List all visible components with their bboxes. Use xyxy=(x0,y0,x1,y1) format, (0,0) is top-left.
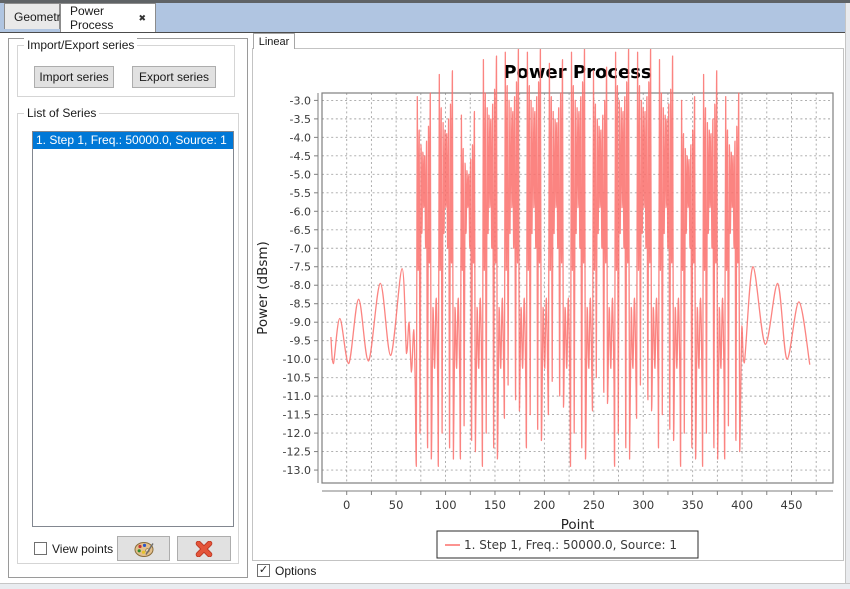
delete-series-button[interactable] xyxy=(177,536,231,561)
series-list-item[interactable]: 1. Step 1, Freq.: 50000.0, Source: 1 xyxy=(33,132,233,149)
export-series-label: Export series xyxy=(139,70,209,84)
y-tick-label: -5.5 xyxy=(290,187,311,200)
x-tick-label: 100 xyxy=(435,498,457,512)
tab-linear[interactable]: Linear xyxy=(253,33,295,49)
tab-geometry[interactable]: Geometry xyxy=(4,3,60,29)
tab-close-icon[interactable]: ✖ xyxy=(138,14,146,23)
y-tick-label: -11.0 xyxy=(283,390,311,403)
palette-icon xyxy=(133,540,155,558)
tab-geometry-label: Geometry xyxy=(14,10,67,24)
x-tick-label: 450 xyxy=(781,498,803,512)
power-process-chart: -3.0 -3.5 -4.0 -4.5 -5.0 -5.5 -6.0 -6.5 -7.0 -7.5… xyxy=(253,49,843,560)
y-tick-label: -9.0 xyxy=(290,316,311,329)
y-tick-label: -6.0 xyxy=(290,205,311,218)
import-series-label: Import series xyxy=(39,70,108,84)
options-label: Options xyxy=(275,564,316,578)
x-tick-label: 300 xyxy=(632,498,654,512)
import-export-group-title: Import/Export series xyxy=(24,38,137,52)
chart-title: Power Process xyxy=(503,62,651,83)
x-tick-label: 50 xyxy=(389,498,404,512)
x-tick-label: 150 xyxy=(484,498,506,512)
y-tick-label: -7.5 xyxy=(290,261,311,274)
y-tick-label: -13.0 xyxy=(283,464,311,477)
tab-linear-label: Linear xyxy=(259,36,290,48)
y-tick-label: -11.5 xyxy=(283,409,311,422)
import-series-button[interactable]: Import series xyxy=(34,66,114,88)
y-tick-label: -10.0 xyxy=(283,353,311,366)
check-mark-icon: ✓ xyxy=(259,565,268,576)
x-tick-label: 350 xyxy=(682,498,704,512)
y-tick-label: -6.5 xyxy=(290,224,311,237)
x-tick-label: 400 xyxy=(731,498,753,512)
series-line xyxy=(331,49,810,466)
chart-page: -3.0 -3.5 -4.0 -4.5 -5.0 -5.5 -6.0 -6.5 -7.0 -7.5… xyxy=(252,48,844,561)
view-points-checkbox[interactable] xyxy=(34,542,47,555)
y-tick-label: -7.0 xyxy=(290,242,311,255)
tab-power-process-label: Power Process xyxy=(70,4,130,32)
window-bottom-edge xyxy=(0,583,850,589)
tab-power-process[interactable]: Power Process ✖ xyxy=(60,3,156,32)
series-color-button[interactable] xyxy=(117,536,170,561)
y-tick-label: -4.5 xyxy=(290,150,311,163)
view-points-label: View points xyxy=(52,542,113,556)
series-side-panel: Import/Export series Import series Expor… xyxy=(8,38,248,578)
red-x-icon xyxy=(195,541,213,557)
y-tick-label: -3.5 xyxy=(290,113,311,126)
window-right-edge xyxy=(845,3,850,589)
y-tick-label: -9.5 xyxy=(290,335,311,348)
options-checkbox[interactable]: ✓ xyxy=(257,564,270,577)
y-tick-label: -10.5 xyxy=(283,372,311,385)
tabstrip-underline xyxy=(0,32,850,33)
export-series-button[interactable]: Export series xyxy=(132,66,216,88)
y-tick-label: -8.0 xyxy=(290,279,311,292)
x-tick-label: 0 xyxy=(343,498,350,512)
y-axis-title: Power (dBsm) xyxy=(255,241,271,335)
y-tick-label: -4.0 xyxy=(290,131,311,144)
y-tick-label: -5.0 xyxy=(290,168,311,181)
y-tick-label: -3.0 xyxy=(290,94,311,107)
y-tick-label: -12.5 xyxy=(283,446,311,459)
legend-label: 1. Step 1, Freq.: 50000.0, Source: 1 xyxy=(464,538,677,552)
app-window: Geometry Power Process ✖ Import/Export s… xyxy=(0,0,850,589)
y-tick-label: -12.0 xyxy=(283,427,311,440)
x-tick-label: 250 xyxy=(583,498,605,512)
list-of-series-group-title: List of Series xyxy=(24,106,99,120)
y-tick-label: -8.5 xyxy=(290,298,311,311)
series-listbox[interactable]: 1. Step 1, Freq.: 50000.0, Source: 1 xyxy=(32,131,234,527)
x-tick-label: 200 xyxy=(533,498,555,512)
